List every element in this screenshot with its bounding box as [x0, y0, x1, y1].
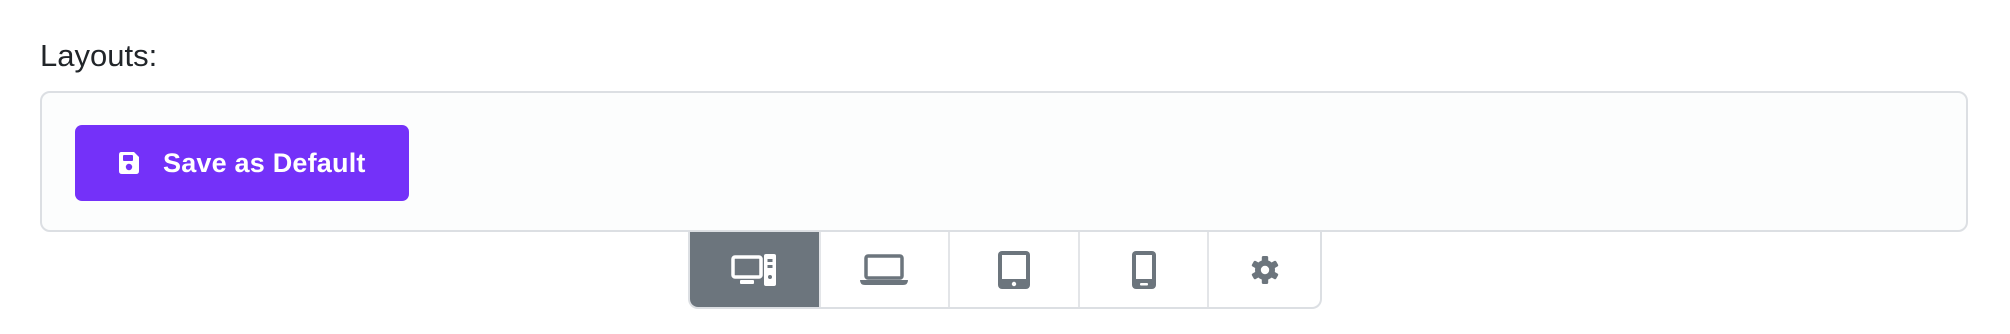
- save-as-default-button[interactable]: Save as Default: [75, 125, 409, 201]
- mobile-icon: [1131, 250, 1157, 290]
- tab-mobile[interactable]: [1080, 232, 1210, 307]
- tab-laptop[interactable]: [821, 232, 951, 307]
- save-as-default-label: Save as Default: [163, 147, 366, 178]
- desktop-icon: [731, 253, 777, 287]
- tab-settings[interactable]: [1209, 232, 1320, 307]
- layouts-section: Layouts: Save as Default: [0, 0, 2010, 334]
- gear-icon: [1250, 255, 1280, 285]
- tab-tablet[interactable]: [950, 232, 1080, 307]
- laptop-icon: [859, 253, 909, 286]
- device-layout-tabs: [688, 232, 1322, 309]
- layouts-heading: Layouts:: [40, 38, 158, 73]
- floppy-disk-icon: [118, 151, 140, 175]
- tab-desktop[interactable]: [690, 232, 821, 307]
- layouts-panel: Save as Default: [40, 91, 1968, 232]
- tablet-icon: [997, 250, 1031, 290]
